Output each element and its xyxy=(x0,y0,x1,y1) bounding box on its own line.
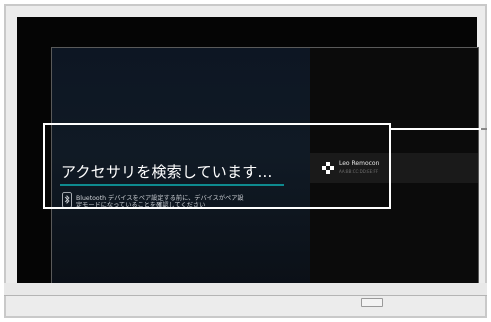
tv-power-button[interactable] xyxy=(361,298,383,307)
callout-line xyxy=(391,128,487,130)
tv-bottom-edge xyxy=(4,295,487,296)
highlight-box xyxy=(43,123,391,209)
tv-bottom-strip xyxy=(4,283,487,295)
callout-line-end xyxy=(481,128,487,130)
